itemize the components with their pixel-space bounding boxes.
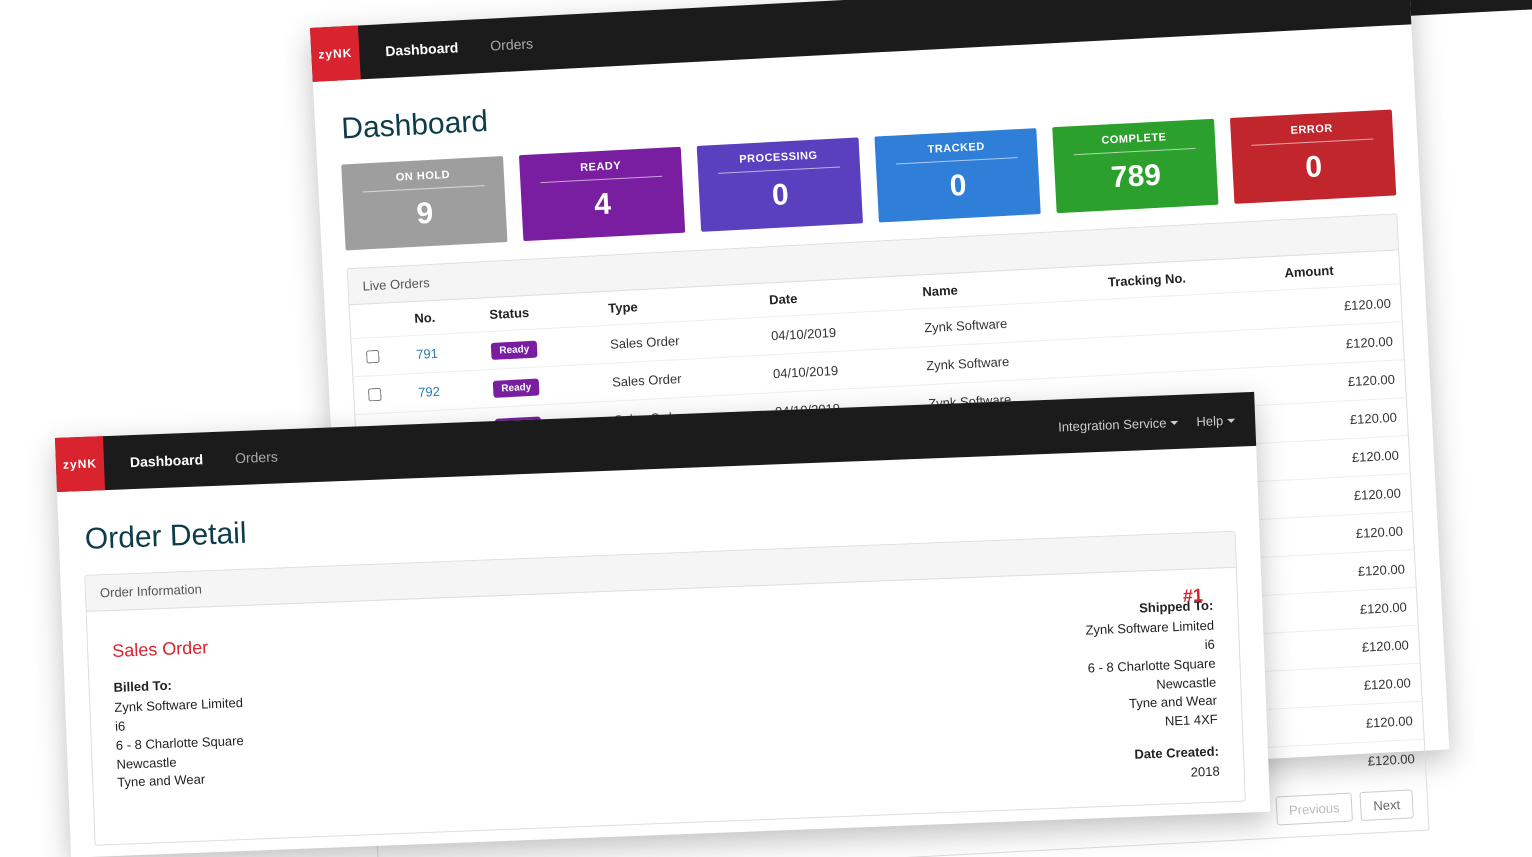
order-amount: £120.00: [1299, 739, 1425, 783]
nav-dashboard[interactable]: Dashboard: [368, 19, 476, 78]
status-card-ready[interactable]: READY4: [519, 147, 685, 241]
status-card-label: ON HOLD: [362, 167, 485, 192]
shipped-to-block: Shipped To: Zynk Software Limited i6 6 -…: [1084, 598, 1220, 787]
order-amount: £120.00: [1287, 511, 1413, 555]
order-amount: £120.00: [1279, 360, 1405, 404]
caret-down-icon: [1227, 419, 1235, 423]
date-created-label: Date Created:: [1090, 744, 1219, 764]
nav-integration-service[interactable]: Integration Service: [1058, 414, 1179, 434]
order-amount: £120.00: [1295, 663, 1421, 707]
order-detail-window: zyNK Dashboard Orders Integration Servic…: [55, 392, 1270, 857]
nav-orders[interactable]: Orders: [218, 429, 295, 486]
pager-prev-button[interactable]: Previous: [1275, 793, 1353, 826]
order-info-panel: Order Information Sales Order #1 Billed …: [84, 531, 1246, 846]
order-amount: £120.00: [1297, 701, 1423, 745]
status-card-label: TRACKED: [895, 139, 1018, 164]
status-card-label: PROCESSING: [717, 148, 840, 173]
status-card-value: 0: [888, 166, 1028, 207]
status-card-value: 789: [1066, 156, 1206, 197]
billed-to-block: Billed To: Zynk Software Limited i6 6 - …: [113, 675, 247, 824]
status-card-tracked[interactable]: TRACKED0: [874, 128, 1040, 222]
col-no: No.: [403, 299, 480, 336]
order-amount: £120.00: [1293, 625, 1419, 669]
status-card-processing[interactable]: PROCESSING0: [697, 137, 863, 231]
status-card-value: 0: [711, 175, 851, 216]
order-amount: £120.00: [1277, 322, 1403, 366]
brand-logo[interactable]: zyNK: [55, 436, 105, 492]
order-amount: £120.00: [1283, 436, 1409, 480]
pager-next-button[interactable]: Next: [1360, 789, 1414, 821]
order-amount: £120.00: [1289, 549, 1415, 593]
status-card-value: 0: [1244, 147, 1384, 188]
row-checkbox[interactable]: [366, 350, 380, 364]
order-amount: £120.00: [1281, 398, 1407, 442]
nav-orders[interactable]: Orders: [473, 16, 551, 74]
order-type-label: Sales Order: [112, 637, 209, 662]
order-amount: £120.00: [1291, 587, 1417, 631]
nav-dashboard[interactable]: Dashboard: [113, 432, 220, 490]
status-card-error[interactable]: ERROR0: [1230, 109, 1396, 203]
status-card-value: 4: [533, 184, 673, 225]
status-badge: Ready: [491, 340, 538, 359]
nav-help[interactable]: Help: [1196, 412, 1235, 428]
status-badge: Ready: [493, 378, 540, 397]
order-no-link[interactable]: 791: [405, 332, 482, 374]
row-checkbox[interactable]: [368, 388, 382, 402]
status-card-label: ERROR: [1250, 121, 1373, 146]
status-card-complete[interactable]: COMPLETE789: [1052, 119, 1218, 213]
brand-logo[interactable]: zyNK: [310, 25, 361, 81]
order-amount: £120.00: [1285, 474, 1411, 518]
caret-down-icon: [1170, 421, 1178, 425]
order-no-link[interactable]: 792: [407, 370, 484, 412]
order-amount: £120.00: [1275, 284, 1401, 328]
status-card-label: READY: [539, 158, 662, 183]
status-card-value: 9: [355, 194, 495, 235]
status-card-label: COMPLETE: [1073, 130, 1196, 155]
status-card-on-hold[interactable]: ON HOLD9: [341, 156, 507, 250]
